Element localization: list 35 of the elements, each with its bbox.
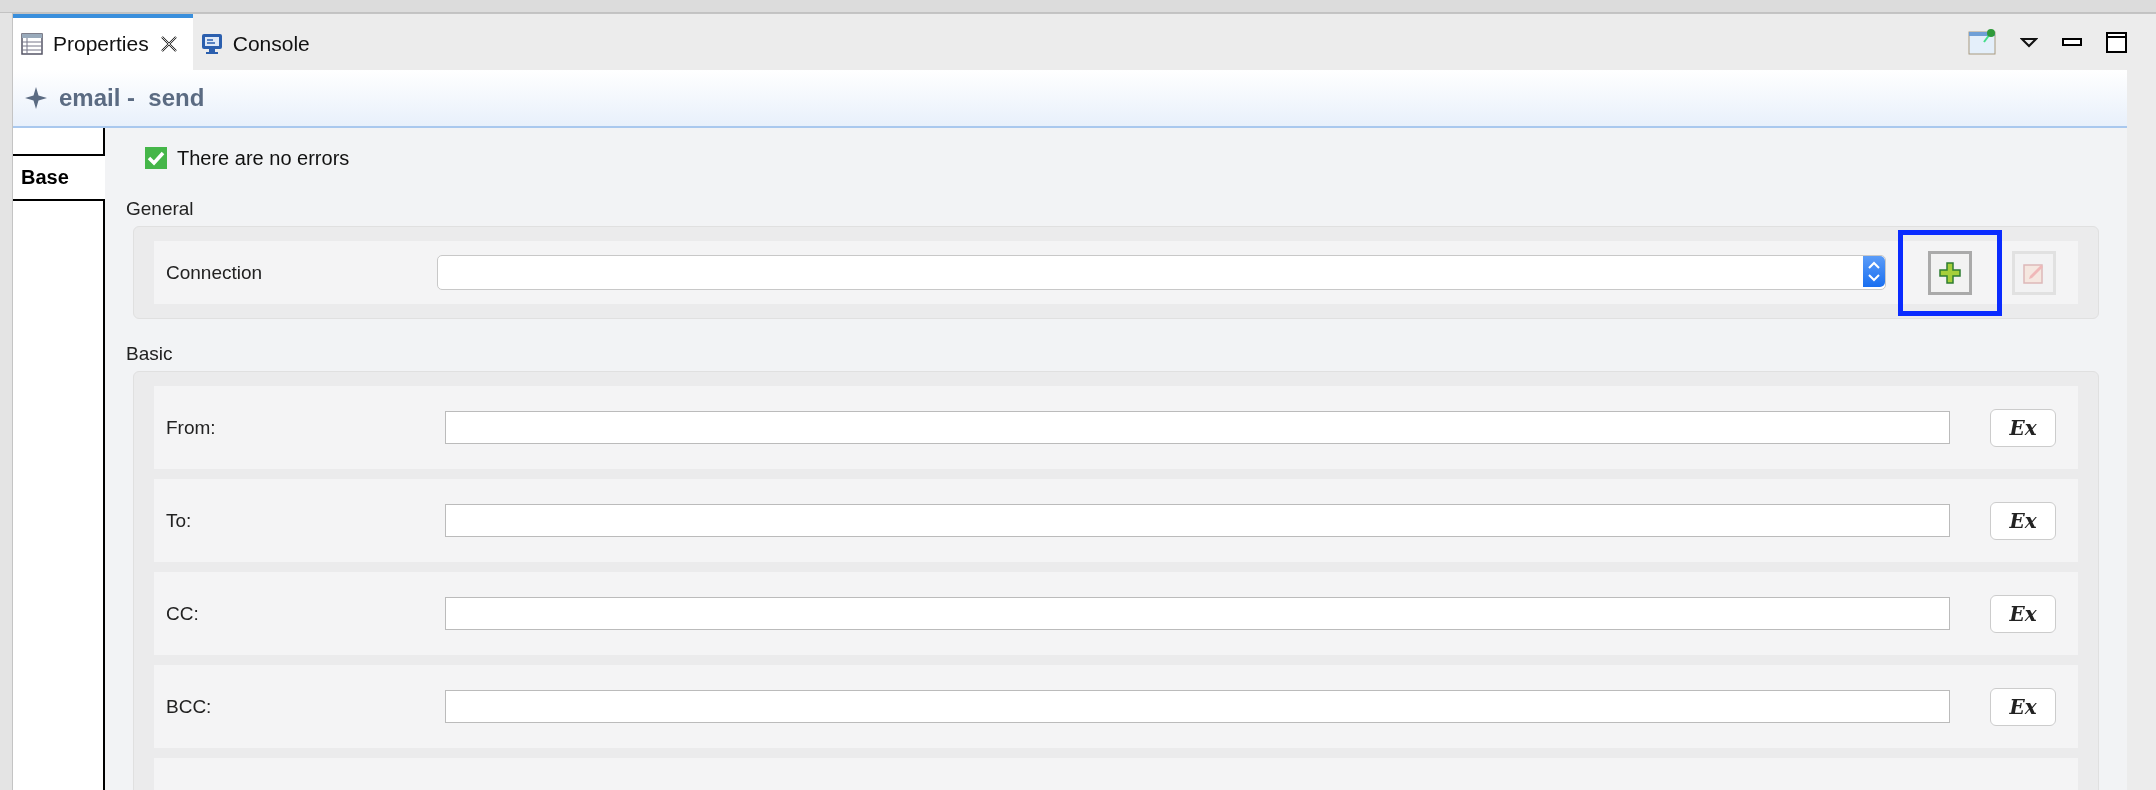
- view-tab[interactable]: Console: [192, 14, 324, 70]
- field-label: From:: [166, 416, 217, 439]
- plus-icon: [1939, 261, 1961, 284]
- maximize-icon[interactable]: [2106, 31, 2127, 53]
- field-label: To:: [166, 509, 193, 532]
- minimize-icon[interactable]: [2062, 38, 2082, 46]
- expression-button[interactable]: Ex: [1990, 501, 2056, 540]
- input-field[interactable]: [445, 690, 1950, 723]
- expression-button[interactable]: Ex: [1990, 687, 2056, 726]
- close-icon[interactable]: [158, 34, 179, 54]
- field-label: CC:: [166, 602, 200, 625]
- view-tab[interactable]: Properties: [13, 14, 193, 70]
- tab-label: Console: [232, 32, 310, 56]
- input-field[interactable]: [445, 597, 1950, 630]
- monitor-icon: [200, 33, 223, 55]
- sparkle-icon: [25, 87, 47, 109]
- add-button[interactable]: [1928, 250, 1972, 295]
- section-title: General: [126, 198, 194, 220]
- tab-label: Properties: [53, 32, 149, 56]
- editor-title: email - send: [59, 84, 205, 112]
- side-tab[interactable]: Base: [13, 154, 105, 201]
- table-icon: [21, 33, 43, 55]
- field-label: Connection: [166, 261, 264, 284]
- expression-button[interactable]: Ex: [1990, 594, 2056, 633]
- check-icon: [145, 147, 167, 169]
- field-label: BCC:: [166, 695, 213, 718]
- pencil-icon: [2023, 261, 2045, 284]
- dropdown-icon[interactable]: [2020, 36, 2038, 48]
- expression-button[interactable]: Ex: [1990, 408, 2056, 447]
- input-field[interactable]: [445, 411, 1950, 444]
- input-field[interactable]: [445, 504, 1950, 537]
- section-title: Basic: [126, 343, 173, 365]
- pin-icon[interactable]: [1968, 28, 1996, 56]
- dropdown-field[interactable]: [437, 255, 1886, 290]
- status-message: There are no errors: [177, 146, 350, 170]
